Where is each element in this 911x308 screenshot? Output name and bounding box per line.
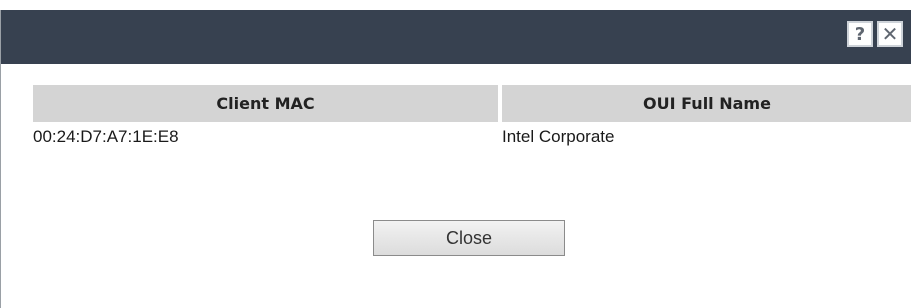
- cell-client-mac: 00:24:D7:A7:1E:E8: [33, 127, 179, 146]
- client-oui-table: Client MAC OUI Full Name 00:24:D7:A7:1E:…: [33, 85, 911, 152]
- column-header-client-mac: Client MAC: [33, 85, 502, 122]
- close-icon[interactable]: ✕: [877, 21, 903, 47]
- dialog-titlebar[interactable]: ? ✕: [1, 10, 911, 64]
- column-header-oui-full-name: OUI Full Name: [502, 85, 911, 122]
- help-icon[interactable]: ?: [847, 21, 873, 47]
- table-row: 00:24:D7:A7:1E:E8 Intel Corporate: [33, 122, 911, 152]
- cell-oui-full-name: Intel Corporate: [502, 127, 615, 146]
- table-header-row: Client MAC OUI Full Name: [33, 85, 911, 122]
- close-button[interactable]: Close: [373, 220, 565, 256]
- client-oui-dialog: ? ✕ Client MAC OUI Full Name 00:24:D7:A7…: [0, 10, 911, 308]
